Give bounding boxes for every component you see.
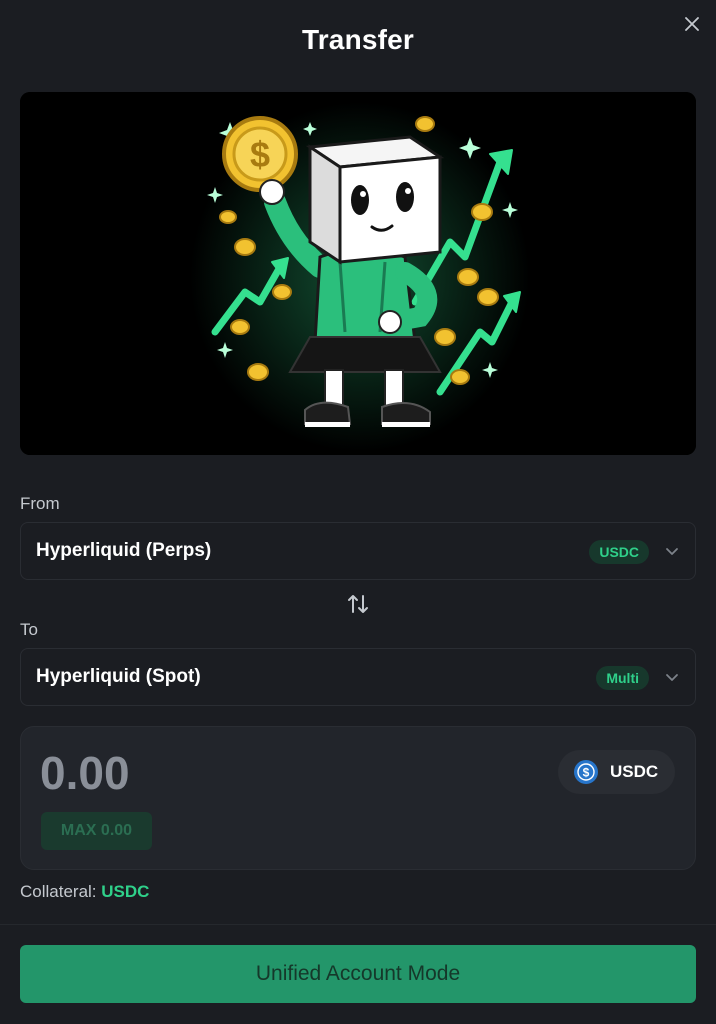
- from-select[interactable]: Hyperliquid (Perps) USDC: [20, 522, 696, 580]
- collateral-label: Collateral:: [20, 882, 97, 901]
- from-label: From: [20, 494, 60, 513]
- chevron-down-icon: [666, 674, 678, 681]
- from-token-badge: USDC: [589, 540, 649, 564]
- max-button[interactable]: MAX 0.00: [41, 812, 152, 850]
- svg-text:$: $: [583, 766, 590, 780]
- token-label: USDC: [610, 762, 659, 781]
- close-icon: [685, 17, 699, 31]
- collateral-value: USDC: [101, 882, 150, 901]
- mascot-illustration: $: [20, 92, 696, 455]
- to-select-value: Hyperliquid (Spot): [36, 666, 201, 687]
- amount-input[interactable]: [40, 745, 340, 801]
- swap-vertical-icon: [348, 595, 368, 613]
- to-select[interactable]: Hyperliquid (Spot) Multi: [20, 648, 696, 706]
- from-select-value: Hyperliquid (Perps): [36, 540, 212, 561]
- to-label: To: [20, 620, 38, 639]
- unified-account-mode-button[interactable]: Unified Account Mode: [20, 945, 696, 1003]
- divider: [0, 924, 716, 925]
- to-token-badge: Multi: [596, 666, 649, 690]
- usdc-icon: $: [574, 760, 598, 784]
- svg-text:$: $: [250, 134, 270, 175]
- hero-image: $: [20, 92, 696, 455]
- collateral-info: Collateral: USDC: [20, 882, 149, 902]
- dialog-title: Transfer: [301, 24, 415, 55]
- chevron-down-icon: [666, 548, 678, 555]
- swap-direction-button[interactable]: [346, 592, 370, 616]
- token-selector[interactable]: $ USDC: [558, 750, 675, 794]
- amount-card: MAX 0.00 $ USDC: [20, 726, 696, 870]
- close-button[interactable]: [680, 12, 704, 36]
